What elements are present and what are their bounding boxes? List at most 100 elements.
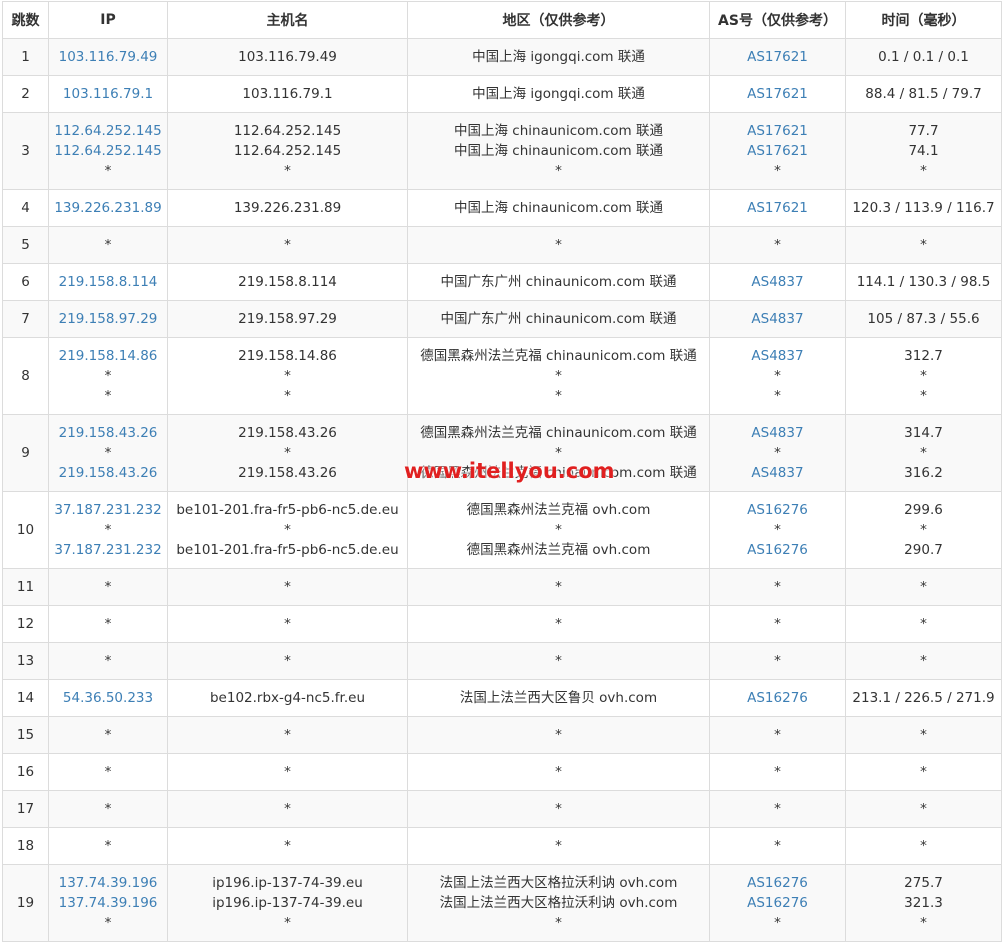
ip-link[interactable]: 103.116.79.1 <box>51 84 165 104</box>
as-link[interactable]: AS16276 <box>712 893 843 913</box>
cell-text: * <box>555 237 562 253</box>
as-link[interactable]: AS16276 <box>712 500 843 520</box>
header-time[interactable]: 时间（毫秒） <box>845 1 1002 39</box>
table-body: 1 103.116.79.49 103.116.79.49 中国上海 igongqi.… <box>2 38 1002 942</box>
ip-link[interactable]: 137.74.39.196 <box>51 873 165 893</box>
as-link[interactable]: AS4837 <box>712 463 843 483</box>
cell-text: * <box>920 727 927 743</box>
as-link[interactable]: AS17621 <box>712 141 843 161</box>
time-cell: * <box>845 568 1002 606</box>
table-row: 13 * * * * * <box>2 642 1002 680</box>
header-as[interactable]: AS号（仅供参考） <box>709 1 846 39</box>
ip-link[interactable]: 219.158.14.86 <box>51 346 165 366</box>
host-cell: be101-201.fra-fr5-pb6-nc5.de.eu * be101-20… <box>167 491 408 569</box>
table-row: 4 139.226.231.89 139.226.231.89 中国上海 chinau… <box>2 189 1002 227</box>
cell-text: 德国黑森州法兰克福 ovh.com <box>466 502 651 518</box>
cell-text: 103.116.79.49 <box>238 49 337 65</box>
as-link[interactable]: AS17621 <box>712 47 843 67</box>
ip-link[interactable]: 219.158.97.29 <box>51 309 165 329</box>
header-host[interactable]: 主机名 <box>167 1 408 39</box>
cell-text: * <box>774 163 781 179</box>
table-row: 10 37.187.231.232 * 37.187.231.232 be101-201… <box>2 491 1002 569</box>
hop-cell: 13 <box>2 642 49 680</box>
region-cell: * <box>407 642 710 680</box>
cell-text: * <box>555 163 562 179</box>
region-cell: * <box>407 605 710 643</box>
ip-link[interactable]: 219.158.43.26 <box>51 463 165 483</box>
time-cell: 88.4 / 81.5 / 79.7 <box>845 75 1002 113</box>
cell-text: * <box>920 579 927 595</box>
cell-text: * <box>104 368 112 384</box>
ip-link[interactable]: 112.64.252.145 <box>51 141 165 161</box>
host-cell: 219.158.14.86 * * <box>167 337 408 415</box>
cell-text: * <box>104 727 112 743</box>
ip-link[interactable]: 112.64.252.145 <box>51 121 165 141</box>
cell-text: 中国广东广州 chinaunicom.com 联通 <box>440 274 677 290</box>
as-link[interactable]: AS4837 <box>712 346 843 366</box>
ip-link[interactable]: 137.74.39.196 <box>51 893 165 913</box>
ip-link[interactable]: 37.187.231.232 <box>51 540 165 560</box>
table-row: 12 * * * * * <box>2 605 1002 643</box>
time-cell: * <box>845 753 1002 791</box>
time-cell: * <box>845 790 1002 828</box>
region-cell: 中国上海 igongqi.com 联通 <box>407 75 710 113</box>
as-link[interactable]: AS4837 <box>712 423 843 443</box>
header-region[interactable]: 地区（仅供参考） <box>407 1 710 39</box>
region-cell: * <box>407 753 710 791</box>
table-row: 11 * * * * * <box>2 568 1002 606</box>
watermark-text: www.itellyou.com <box>404 459 615 483</box>
cell-text: * <box>774 237 781 253</box>
ip-link[interactable]: 219.158.8.114 <box>51 272 165 292</box>
as-link[interactable]: AS17621 <box>712 121 843 141</box>
as-cell: AS16276 AS16276 * <box>709 864 846 942</box>
ip-link[interactable]: 103.116.79.49 <box>51 47 165 67</box>
time-cell: 314.7 * 316.2 <box>845 414 1002 492</box>
as-cell: AS17621 <box>709 189 846 227</box>
ip-cell: 219.158.14.86 * * <box>48 337 168 415</box>
cell-text: * <box>104 522 112 538</box>
ip-link[interactable]: 54.36.50.233 <box>51 688 165 708</box>
cell-text: 中国上海 chinaunicom.com 联通 <box>454 123 663 139</box>
as-link[interactable]: AS4837 <box>712 309 843 329</box>
time-cell: 0.1 / 0.1 / 0.1 <box>845 38 1002 76</box>
cell-text: * <box>284 838 291 854</box>
cell-text: * <box>920 915 927 931</box>
header-hop[interactable]: 跳数 <box>2 1 49 39</box>
cell-text: 139.226.231.89 <box>233 200 342 216</box>
ip-link[interactable]: 139.226.231.89 <box>51 198 165 218</box>
ip-cell: 103.116.79.49 <box>48 38 168 76</box>
cell-text: 114.1 / 130.3 / 98.5 <box>856 274 991 290</box>
as-cell: * <box>709 753 846 791</box>
as-cell: AS17621 <box>709 75 846 113</box>
as-link[interactable]: AS17621 <box>712 84 843 104</box>
cell-text: * <box>774 616 781 632</box>
region-cell: 德国黑森州法兰克福 chinaunicom.com 联通 * * <box>407 337 710 415</box>
ip-cell: * <box>48 226 168 264</box>
table-row: 7 219.158.97.29 219.158.97.29 中国广东广州 chinau… <box>2 300 1002 338</box>
as-link[interactable]: AS16276 <box>712 688 843 708</box>
cell-text: 0.1 / 0.1 / 0.1 <box>878 49 969 65</box>
as-cell: * <box>709 568 846 606</box>
hop-cell: 8 <box>2 337 49 415</box>
cell-text: * <box>920 838 927 854</box>
hop-cell: 1 <box>2 38 49 76</box>
cell-text: * <box>104 445 112 461</box>
ip-link[interactable]: 219.158.43.26 <box>51 423 165 443</box>
table-row: 15 * * * * * <box>2 716 1002 754</box>
hop-cell: 2 <box>2 75 49 113</box>
as-link[interactable]: AS17621 <box>712 198 843 218</box>
cell-text: 219.158.14.86 <box>238 348 337 364</box>
region-cell: 中国上海 chinaunicom.com 联通 <box>407 189 710 227</box>
as-link[interactable]: AS16276 <box>712 540 843 560</box>
as-link[interactable]: AS4837 <box>712 272 843 292</box>
cell-text: 112.64.252.145 <box>233 143 342 159</box>
header-ip[interactable]: IP <box>48 1 168 39</box>
cell-text: * <box>284 579 291 595</box>
ip-link[interactable]: 37.187.231.232 <box>51 500 165 520</box>
host-cell: 112.64.252.145 112.64.252.145 * <box>167 112 408 190</box>
as-cell: AS16276 <box>709 679 846 717</box>
as-link[interactable]: AS16276 <box>712 873 843 893</box>
cell-text: * <box>284 522 291 538</box>
ip-cell: 54.36.50.233 <box>48 679 168 717</box>
table-row: 1 103.116.79.49 103.116.79.49 中国上海 igongqi.… <box>2 38 1002 76</box>
